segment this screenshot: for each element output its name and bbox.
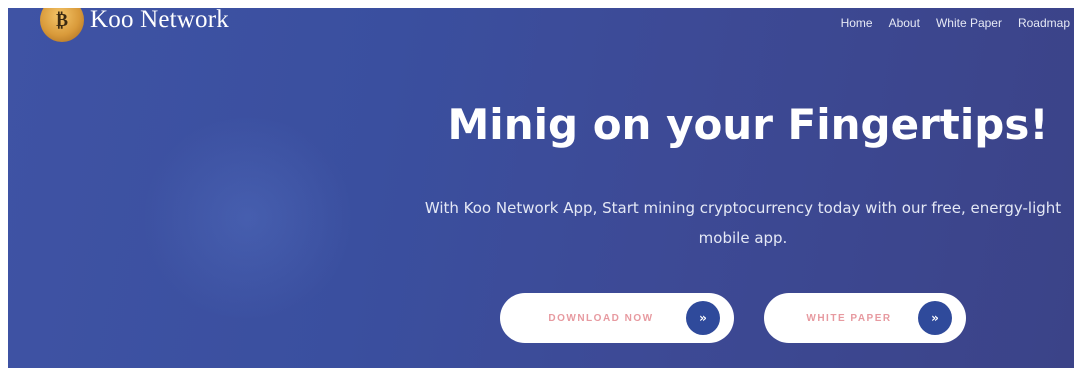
hero-headline: Minig on your Fingertips! bbox=[447, 100, 1049, 149]
nav-item-home[interactable]: Home bbox=[841, 16, 873, 30]
top-nav: Home About White Paper Roadmap bbox=[841, 16, 1070, 30]
download-now-button[interactable]: DOWNLOAD NOW » bbox=[500, 293, 734, 343]
nav-item-white-paper[interactable]: White Paper bbox=[936, 16, 1002, 30]
white-paper-label: WHITE PAPER bbox=[806, 312, 892, 324]
brand-name: Koo Network bbox=[90, 8, 229, 33]
page: ₿ Koo Network Home About White Paper Roa… bbox=[0, 0, 1084, 373]
nav-item-roadmap[interactable]: Roadmap bbox=[1018, 16, 1070, 30]
hero-section: ₿ Koo Network Home About White Paper Roa… bbox=[8, 8, 1074, 368]
brand[interactable]: ₿ Koo Network bbox=[40, 8, 229, 42]
nav-item-about[interactable]: About bbox=[889, 16, 920, 30]
hero-subtext: With Koo Network App, Start mining crypt… bbox=[424, 199, 1062, 247]
logo-icon: ₿ bbox=[40, 8, 84, 42]
background-glow bbox=[138, 118, 358, 318]
download-now-label: DOWNLOAD NOW bbox=[548, 312, 654, 324]
double-chevron-right-icon: » bbox=[686, 301, 720, 335]
double-chevron-right-icon: » bbox=[918, 301, 952, 335]
white-paper-button[interactable]: WHITE PAPER » bbox=[764, 293, 966, 343]
